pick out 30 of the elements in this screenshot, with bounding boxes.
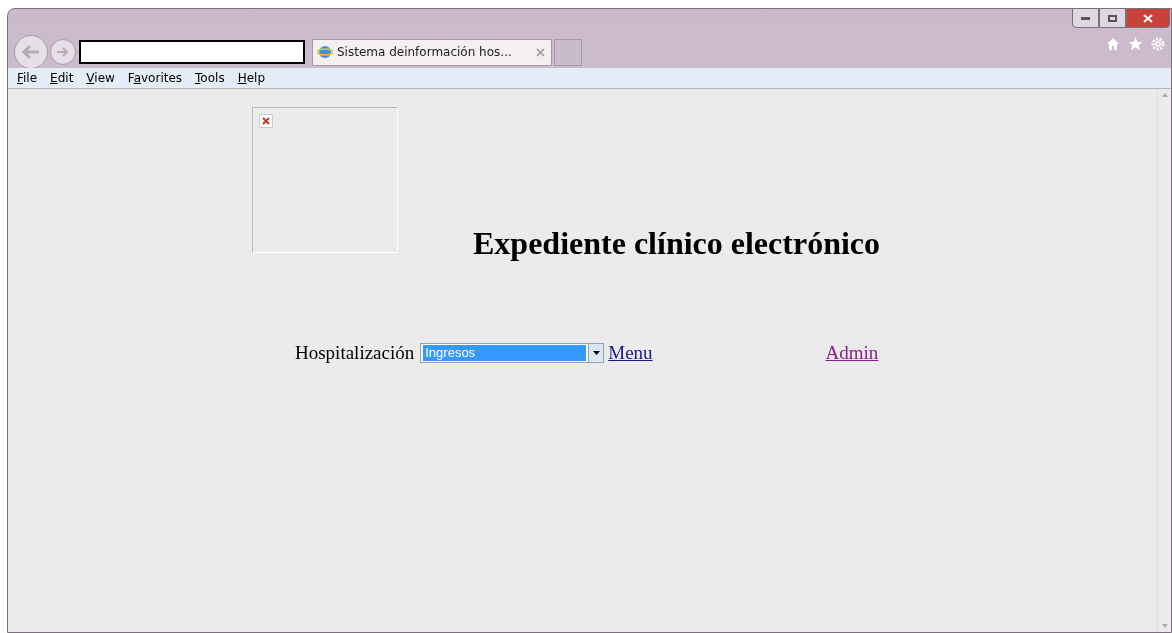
settings-icon[interactable] <box>1151 37 1165 51</box>
forward-button[interactable] <box>50 39 76 65</box>
address-field[interactable] <box>79 40 305 64</box>
nav-link[interactable]: Menu <box>608 339 653 368</box>
scroll-up-icon[interactable] <box>1161 93 1168 97</box>
page-title: Expediente clínico electrónico <box>473 224 880 263</box>
field-label: Hospitalización <box>295 341 415 365</box>
maximize-button[interactable] <box>1099 8 1126 28</box>
forward-arrow-icon <box>56 46 70 58</box>
menu-item[interactable]: View <box>86 69 115 87</box>
menu-item[interactable]: Favorites <box>127 69 183 87</box>
back-arrow-icon <box>21 44 41 60</box>
close-button[interactable] <box>1126 8 1170 28</box>
scrollbar[interactable] <box>1157 89 1171 632</box>
close-icon[interactable] <box>536 47 545 57</box>
nav-link[interactable]: Admin <box>825 339 879 368</box>
menu-item[interactable]: Tools <box>195 69 225 87</box>
new-tab-button[interactable] <box>554 38 582 66</box>
menu-item[interactable]: File <box>17 69 38 87</box>
scroll-down-icon[interactable] <box>1161 624 1168 628</box>
globe-icon <box>317 44 333 60</box>
home-icon[interactable] <box>1106 37 1120 51</box>
broken-image-icon <box>259 114 273 128</box>
browser-tab[interactable]: Sistema deinformación hos... <box>312 38 552 66</box>
star-icon[interactable] <box>1128 37 1143 51</box>
close-icon <box>1143 13 1153 23</box>
back-button[interactable] <box>14 35 48 69</box>
menu-item[interactable]: Help <box>237 69 265 87</box>
minimize-button[interactable] <box>1072 8 1099 28</box>
menu-item[interactable]: Edit <box>50 69 74 87</box>
